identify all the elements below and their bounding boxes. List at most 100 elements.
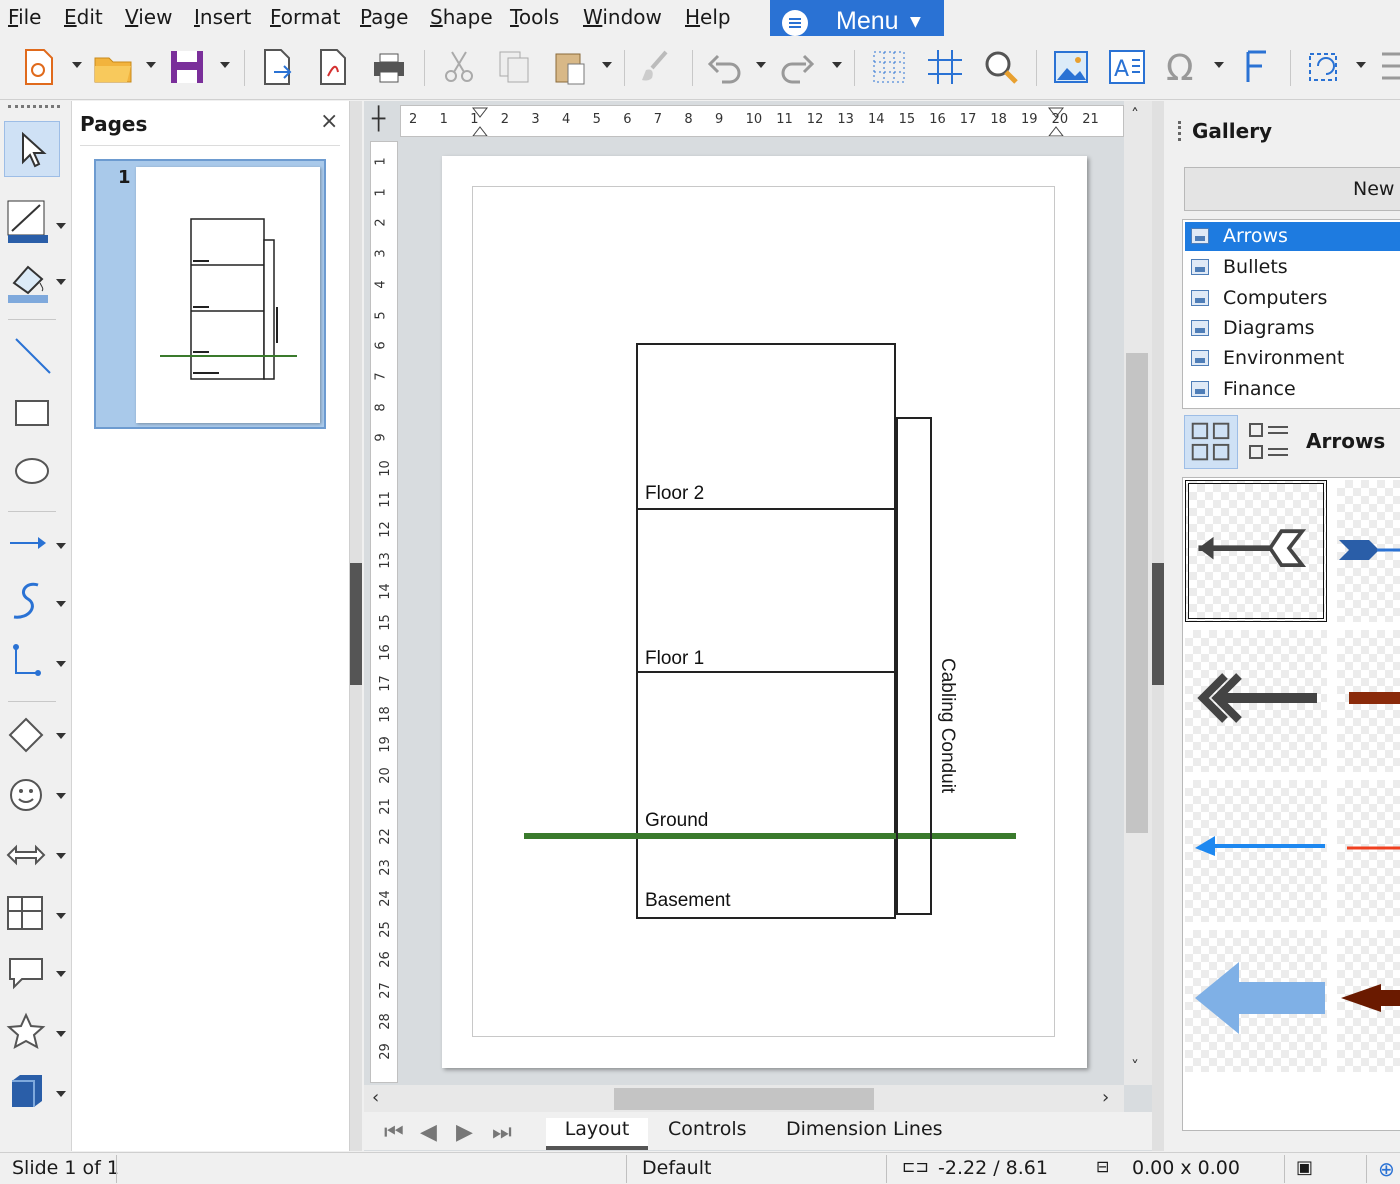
gallery-item[interactable] — [1185, 780, 1327, 922]
basic-shapes-dropdown-arrow[interactable] — [56, 733, 66, 739]
save-button[interactable] — [166, 46, 208, 88]
ellipse-tool[interactable] — [4, 443, 60, 499]
special-character-button[interactable]: Ω — [1162, 46, 1204, 89]
special-character-dropdown-arrow[interactable] — [1214, 62, 1224, 68]
document-modified-icon[interactable]: ▣ — [1296, 1157, 1313, 1178]
flowchart-tool[interactable] — [4, 885, 60, 941]
theme-item-diagrams[interactable]: Diagrams — [1185, 314, 1400, 343]
vertical-scrollbar[interactable]: ˄ ˅ — [1124, 101, 1152, 1085]
scroll-right-icon[interactable]: › — [1102, 1087, 1109, 1108]
copy-button[interactable] — [494, 46, 536, 88]
new-drawing-button[interactable] — [18, 46, 60, 88]
last-tab-icon[interactable]: ⏭ — [492, 1120, 512, 1145]
symbol-shapes-dropdown-arrow[interactable] — [56, 793, 66, 799]
rectangle-tool[interactable] — [4, 385, 60, 441]
conduit-label[interactable]: Cabling Conduit — [936, 658, 958, 793]
transformations-button[interactable] — [1302, 46, 1344, 88]
gallery-item[interactable] — [1337, 780, 1400, 922]
redo-dropdown-arrow[interactable] — [832, 62, 842, 68]
floor-label[interactable]: Basement — [645, 890, 731, 912]
line-color-dropdown-arrow[interactable] — [56, 223, 66, 229]
insert-textbox-button[interactable]: A — [1106, 46, 1148, 88]
first-tab-icon[interactable]: ⏮ — [384, 1120, 404, 1145]
menu-edit[interactable]: Edit — [64, 5, 103, 29]
horizontal-scrollbar-thumb[interactable] — [614, 1088, 874, 1110]
display-grid-button[interactable] — [868, 46, 910, 88]
line-color-tool[interactable] — [4, 193, 60, 249]
detailed-view-button[interactable] — [1242, 415, 1296, 469]
callouts-dropdown-arrow[interactable] — [56, 971, 66, 977]
clone-formatting-button[interactable] — [636, 46, 678, 88]
gallery-grip[interactable] — [1178, 121, 1181, 141]
callouts-tool[interactable] — [4, 945, 60, 1001]
paste-dropdown-arrow[interactable] — [602, 62, 612, 68]
stars-dropdown-arrow[interactable] — [56, 1031, 66, 1037]
export-pdf-button[interactable] — [312, 46, 354, 88]
menu-window[interactable]: Window — [583, 5, 662, 29]
ruler-origin[interactable]: ┼ — [372, 107, 385, 132]
3d-objects-tool[interactable] — [4, 1063, 60, 1119]
undo-dropdown-arrow[interactable] — [756, 62, 766, 68]
open-dropdown-arrow[interactable] — [146, 62, 156, 68]
tab-controls[interactable]: Controls — [668, 1118, 747, 1140]
undo-button[interactable] — [704, 46, 746, 88]
collapse-left-panel-handle[interactable] — [350, 563, 362, 685]
gallery-item[interactable] — [1337, 930, 1400, 1072]
previous-tab-icon[interactable]: ◀ — [420, 1120, 437, 1145]
gallery-item[interactable] — [1185, 630, 1327, 772]
scroll-down-icon[interactable]: ˅ — [1131, 1057, 1139, 1076]
right-panel-splitter[interactable] — [1152, 101, 1164, 1151]
gallery-item[interactable] — [1337, 630, 1400, 772]
connectors-dropdown-arrow[interactable] — [56, 661, 66, 667]
tab-layout[interactable]: Layout — [546, 1118, 648, 1150]
menu-file[interactable]: File — [8, 5, 41, 29]
theme-item-finance[interactable]: Finance — [1185, 375, 1400, 404]
horizontal-scrollbar[interactable]: ‹ › — [364, 1085, 1124, 1113]
theme-item-computers[interactable]: Computers — [1185, 284, 1400, 313]
block-arrows-dropdown-arrow[interactable] — [56, 853, 66, 859]
zoom-button[interactable] — [980, 46, 1022, 88]
fill-color-dropdown-arrow[interactable] — [56, 279, 66, 285]
paste-button[interactable] — [550, 46, 592, 88]
select-tool[interactable] — [4, 121, 60, 177]
ground-line[interactable] — [524, 833, 1016, 839]
symbol-shapes-tool[interactable] — [4, 767, 60, 823]
menu-view[interactable]: View — [125, 5, 172, 29]
transformations-dropdown-arrow[interactable] — [1356, 62, 1366, 68]
open-button[interactable] — [92, 46, 134, 88]
align-objects-button[interactable] — [1378, 46, 1400, 88]
left-panel-splitter[interactable] — [350, 101, 362, 1151]
scroll-left-icon[interactable]: ‹ — [372, 1087, 379, 1108]
save-dropdown-arrow[interactable] — [220, 62, 230, 68]
new-dropdown-arrow[interactable] — [72, 62, 82, 68]
print-button[interactable] — [368, 46, 410, 88]
theme-item-bullets[interactable]: Bullets — [1185, 253, 1400, 282]
cut-button[interactable] — [438, 46, 480, 88]
theme-item-environment[interactable]: Environment — [1185, 344, 1400, 373]
basic-shapes-tool[interactable] — [4, 707, 60, 763]
menu-format[interactable]: Format — [270, 5, 340, 29]
insert-image-button[interactable] — [1050, 46, 1092, 88]
floor-label[interactable]: Ground — [645, 810, 708, 832]
gallery-item[interactable] — [1337, 480, 1400, 622]
close-icon[interactable]: × — [320, 109, 338, 134]
3d-objects-dropdown-arrow[interactable] — [56, 1091, 66, 1097]
tab-dimension-lines[interactable]: Dimension Lines — [786, 1118, 943, 1140]
curves-dropdown-arrow[interactable] — [56, 601, 66, 607]
gallery-item[interactable] — [1185, 480, 1327, 622]
floor-label[interactable]: Floor 1 — [645, 648, 704, 670]
menu-shape[interactable]: Shape — [430, 5, 493, 29]
connectors-tool[interactable] — [4, 633, 60, 689]
gallery-items[interactable] — [1182, 477, 1400, 1131]
helplines-button[interactable] — [924, 46, 966, 88]
lines-arrows-tool[interactable] — [4, 515, 60, 571]
toolbar-grip[interactable] — [8, 105, 60, 109]
flowchart-dropdown-arrow[interactable] — [56, 913, 66, 919]
export-button[interactable] — [256, 46, 298, 88]
page-thumbnail[interactable]: 1 — [94, 159, 326, 429]
theme-item-arrows[interactable]: Arrows — [1185, 222, 1400, 251]
fill-color-tool[interactable] — [4, 253, 60, 309]
icon-view-button[interactable] — [1184, 415, 1238, 469]
menu-page[interactable]: Page — [360, 5, 408, 29]
vertical-ruler[interactable]: 1 1 2 3 4 5 6 7 8 9 10 11 12 13 14 15 16 17 18 19 20 21 22 23 24… — [370, 141, 398, 1083]
